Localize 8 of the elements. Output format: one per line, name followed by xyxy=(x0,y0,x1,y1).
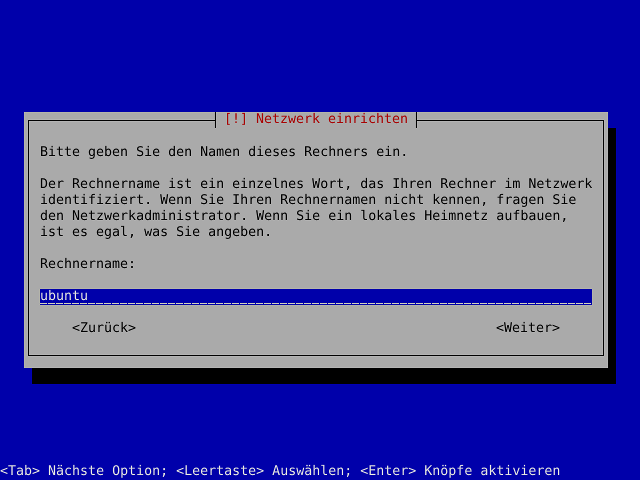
description-text: Der Rechnername ist ein einzelnes Wort, das Ihren Rechner im Netzwerk identifiziert. Wenn Sie Ihren Rechnernamen nicht kennen, fragen Sie den Netzwerkadministrator. Wenn Sie ein lokales Heimnetz aufbauen, ist es egal, was Sie angeben. xyxy=(40,177,594,241)
help-bar-text: <Tab> Nächste Option; <Leertaste> Auswählen; <Enter> Knöpfe aktivieren xyxy=(0,464,562,480)
hostname-input-field[interactable]: ubuntu xyxy=(40,289,592,305)
prompt-text: Bitte geben Sie den Namen dieses Rechners ein. xyxy=(40,145,410,161)
dialog-title: [!] Netzwerk einrichten xyxy=(214,112,418,128)
next-button[interactable]: <Weiter> xyxy=(496,321,560,337)
field-label: Rechnername: xyxy=(40,257,138,273)
back-button[interactable]: <Zurück> xyxy=(72,321,136,337)
